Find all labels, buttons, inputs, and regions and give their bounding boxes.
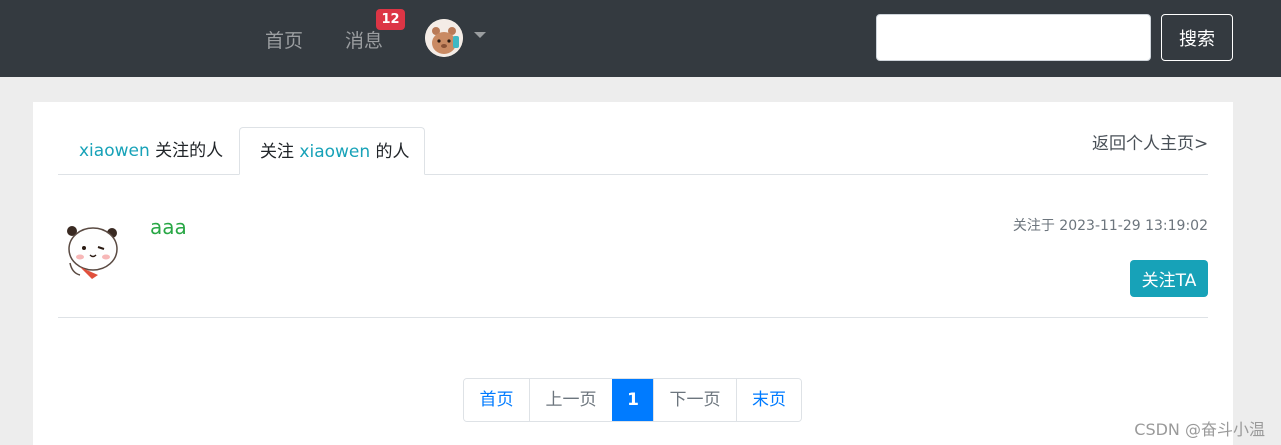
back-to-profile-link[interactable]: 返回个人主页> bbox=[1092, 129, 1208, 154]
follow-button[interactable]: 关注TA bbox=[1130, 260, 1208, 297]
bear-avatar-icon bbox=[425, 19, 463, 57]
page-next[interactable]: 下一页 bbox=[653, 379, 736, 421]
navbar: 首页 消息 12 搜索 bbox=[0, 0, 1281, 77]
nav-messages-link[interactable]: 消息 bbox=[345, 26, 383, 53]
panda-avatar-icon bbox=[58, 215, 128, 285]
page-prev[interactable]: 上一页 bbox=[529, 379, 612, 421]
watermark: CSDN @奋斗小温 bbox=[1134, 420, 1265, 439]
page-first[interactable]: 首页 bbox=[464, 379, 529, 421]
tab-following-suffix: 关注的人 bbox=[149, 141, 224, 161]
pagination: 首页 上一页 1 下一页 末页 bbox=[463, 378, 802, 422]
tabs-divider bbox=[58, 174, 1208, 175]
tab-followers[interactable]: 关注 xiaowen 的人 bbox=[239, 127, 425, 175]
chevron-down-icon[interactable] bbox=[474, 32, 486, 38]
tab-followers-prefix: 关注 bbox=[260, 142, 300, 162]
nav-home-link[interactable]: 首页 bbox=[265, 26, 303, 53]
avatar[interactable] bbox=[58, 215, 128, 285]
follow-time: 关注于 2023-11-29 13:19:02 bbox=[1012, 218, 1208, 234]
tab-following[interactable]: xiaowen 关注的人 bbox=[79, 127, 223, 175]
page-last[interactable]: 末页 bbox=[736, 379, 801, 421]
tab-followers-user: xiaowen bbox=[299, 142, 371, 162]
tab-followers-suffix: 的人 bbox=[370, 142, 410, 162]
row-divider bbox=[58, 317, 1208, 318]
search-button[interactable]: 搜索 bbox=[1161, 14, 1233, 61]
user-avatar[interactable] bbox=[425, 19, 463, 57]
search-input[interactable] bbox=[876, 14, 1151, 61]
content-card: xiaowen 关注的人 关注 xiaowen 的人 返回个人主页> aaa 关… bbox=[33, 102, 1233, 445]
tab-following-user: xiaowen bbox=[79, 141, 150, 161]
page-current[interactable]: 1 bbox=[612, 379, 653, 421]
follower-username-link[interactable]: aaa bbox=[150, 215, 187, 239]
messages-badge: 12 bbox=[376, 9, 405, 30]
